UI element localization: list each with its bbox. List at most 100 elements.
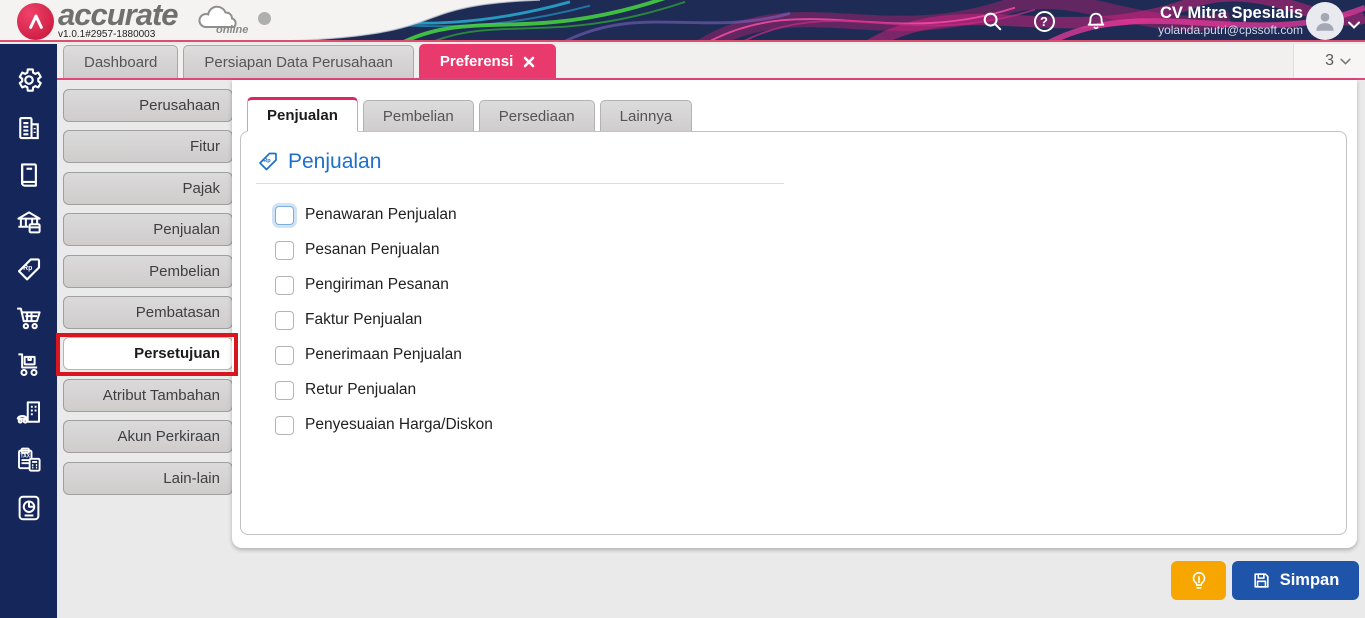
open-tabs-counter[interactable]: 3 xyxy=(1293,44,1365,78)
account-chevron-down-icon[interactable] xyxy=(1348,16,1360,34)
content-tab-lainnya[interactable]: Lainnya xyxy=(599,100,693,131)
lightbulb-icon xyxy=(1192,571,1205,589)
shopping-cart-icon[interactable] xyxy=(13,302,45,334)
tab-persiapan-data-perusahaan[interactable]: Persiapan Data Perusahaan xyxy=(183,45,414,78)
delivery-trolley-icon[interactable] xyxy=(13,349,45,381)
price-tag-rp-icon: Rp xyxy=(259,152,277,171)
account-info[interactable]: CV Mitra Spesialis yolanda.putri@cpssoft… xyxy=(1158,3,1303,37)
checkbox-label: Penerimaan Penjualan xyxy=(305,346,462,363)
tab-label: Persediaan xyxy=(498,107,575,125)
checkbox-penawaran-penjualan[interactable] xyxy=(275,205,294,225)
content-card: Penjualan Pembelian Persediaan Lainnya R… xyxy=(232,80,1357,548)
content-tabs: Penjualan Pembelian Persediaan Lainnya xyxy=(247,96,693,132)
tab-preferensi[interactable]: Preferensi xyxy=(418,44,557,78)
book-icon[interactable] xyxy=(13,159,45,191)
hint-lightbulb-button[interactable] xyxy=(1171,561,1226,600)
save-button-label: Simpan xyxy=(1279,571,1340,589)
report-document-icon[interactable] xyxy=(13,492,45,524)
menu-label: Pajak xyxy=(182,179,220,197)
checkbox-label: Pengiriman Pesanan xyxy=(305,276,449,293)
menu-item-penjualan[interactable]: Penjualan xyxy=(63,213,233,247)
menu-item-persetujuan[interactable]: Persetujuan xyxy=(63,337,233,371)
checkbox-label: Retur Penjualan xyxy=(305,381,417,398)
chevron-down-icon xyxy=(1340,58,1351,65)
checkbox-retur-penjualan[interactable] xyxy=(275,380,294,400)
menu-item-lain-lain[interactable]: Lain-lain xyxy=(63,461,233,495)
tab-label: Dashboard xyxy=(84,53,158,71)
search-icon[interactable] xyxy=(980,9,1004,33)
menu-item-fitur[interactable]: Fitur xyxy=(63,130,233,164)
content-tab-pembelian[interactable]: Pembelian xyxy=(362,100,474,131)
menu-label: Pembelian xyxy=(149,262,220,280)
content-tab-penjualan[interactable]: Penjualan xyxy=(247,97,358,132)
tab-label: Penjualan xyxy=(267,107,338,124)
checkbox-penerimaan-penjualan[interactable] xyxy=(275,345,294,365)
company-name: CV Mitra Spesialis xyxy=(1159,4,1303,22)
menu-item-pajak[interactable]: Pajak xyxy=(63,171,233,205)
menu-label: Perusahaan xyxy=(139,97,220,114)
checkbox-pengiriman-pesanan[interactable] xyxy=(275,275,294,295)
accurate-logo-icon[interactable] xyxy=(17,3,54,40)
company-building-icon[interactable] xyxy=(13,112,45,144)
settings-panel: Rp Penjualan Penawaran Penjualan Pesanan… xyxy=(240,131,1347,535)
checkbox-faktur-penjualan[interactable] xyxy=(275,310,294,330)
notifications-bell-icon[interactable] xyxy=(1084,9,1108,33)
window-tabstrip: Dashboard Persiapan Data Perusahaan Pref… xyxy=(0,44,1365,80)
open-tabs-count: 3 xyxy=(1325,52,1334,69)
close-tab-icon[interactable] xyxy=(523,56,535,68)
checkbox-row: Pengiriman Pesanan xyxy=(275,275,1346,295)
svg-text:TAX: TAX xyxy=(20,453,30,459)
status-dot xyxy=(258,12,271,25)
save-button[interactable]: Simpan xyxy=(1232,561,1359,600)
menu-item-perusahaan[interactable]: Perusahaan xyxy=(63,89,233,122)
checkbox-row: Retur Penjualan xyxy=(275,380,1346,400)
menu-item-pembelian[interactable]: Pembelian xyxy=(63,254,233,288)
menu-label: Pembatasan xyxy=(135,303,220,321)
svg-text:Rp: Rp xyxy=(263,158,271,164)
approval-checkbox-list: Penawaran Penjualan Pesanan Penjualan Pe… xyxy=(275,205,1346,435)
price-tag-rp-icon[interactable]: Rp xyxy=(13,254,45,286)
save-floppy-icon xyxy=(1254,573,1269,588)
menu-item-pembatasan[interactable]: Pembatasan xyxy=(63,295,233,329)
section-divider xyxy=(256,183,784,184)
checkbox-label: Penawaran Penjualan xyxy=(305,206,457,223)
version-label: v1.0.1#2957-1880003 xyxy=(58,29,156,40)
checkbox-pesanan-penjualan[interactable] xyxy=(275,240,294,260)
checkbox-row: Penerimaan Penjualan xyxy=(275,345,1346,365)
module-sidebar: Rp TAX xyxy=(0,44,57,618)
checkbox-row: Penyesuaian Harga/Diskon xyxy=(275,415,1346,435)
checkbox-row: Penawaran Penjualan xyxy=(275,205,1346,225)
checkbox-label: Faktur Penjualan xyxy=(305,311,423,328)
checkbox-row: Faktur Penjualan xyxy=(275,310,1346,330)
tab-dashboard[interactable]: Dashboard xyxy=(63,45,179,78)
help-icon[interactable]: ? xyxy=(1032,9,1056,33)
user-email: yolanda.putri@cpssoft.com xyxy=(1158,23,1303,37)
checkbox-label: Pesanan Penjualan xyxy=(305,241,440,258)
checkbox-penyesuaian-harga-diskon[interactable] xyxy=(275,415,294,435)
menu-item-akun-perkiraan[interactable]: Akun Perkiraan xyxy=(63,420,233,454)
avatar[interactable] xyxy=(1306,2,1344,40)
tax-calculator-icon[interactable]: TAX xyxy=(13,444,45,476)
content-tab-persediaan[interactable]: Persediaan xyxy=(478,100,595,131)
fixed-asset-icon[interactable] xyxy=(13,397,45,429)
bank-icon[interactable] xyxy=(13,207,45,239)
app-header: accurate online v1.0.1#2957-1880003 ? CV… xyxy=(0,0,1365,42)
menu-label: Lain-lain xyxy=(163,469,220,487)
menu-label: Akun Perkiraan xyxy=(117,428,220,446)
tab-label: Persiapan Data Perusahaan xyxy=(204,53,393,71)
menu-label: Penjualan xyxy=(153,221,220,239)
menu-label: Fitur xyxy=(190,138,220,156)
tab-label: Pembelian xyxy=(382,107,454,125)
tab-label: Lainnya xyxy=(619,107,673,125)
section-title: Penjualan xyxy=(288,150,382,173)
menu-label: Persetujuan xyxy=(134,345,220,363)
svg-text:Rp: Rp xyxy=(23,265,32,272)
preferences-menu: Perusahaan Fitur Pajak Penjualan Pembeli… xyxy=(63,89,233,495)
menu-label: Atribut Tambahan xyxy=(102,386,220,404)
checkbox-label: Penyesuaian Harga/Diskon xyxy=(305,416,493,433)
checkbox-row: Pesanan Penjualan xyxy=(275,240,1346,260)
tab-label: Preferensi xyxy=(439,53,514,70)
menu-item-atribut-tambahan[interactable]: Atribut Tambahan xyxy=(63,378,233,412)
help-glyph: ? xyxy=(1040,13,1048,29)
gear-icon[interactable] xyxy=(13,64,45,96)
